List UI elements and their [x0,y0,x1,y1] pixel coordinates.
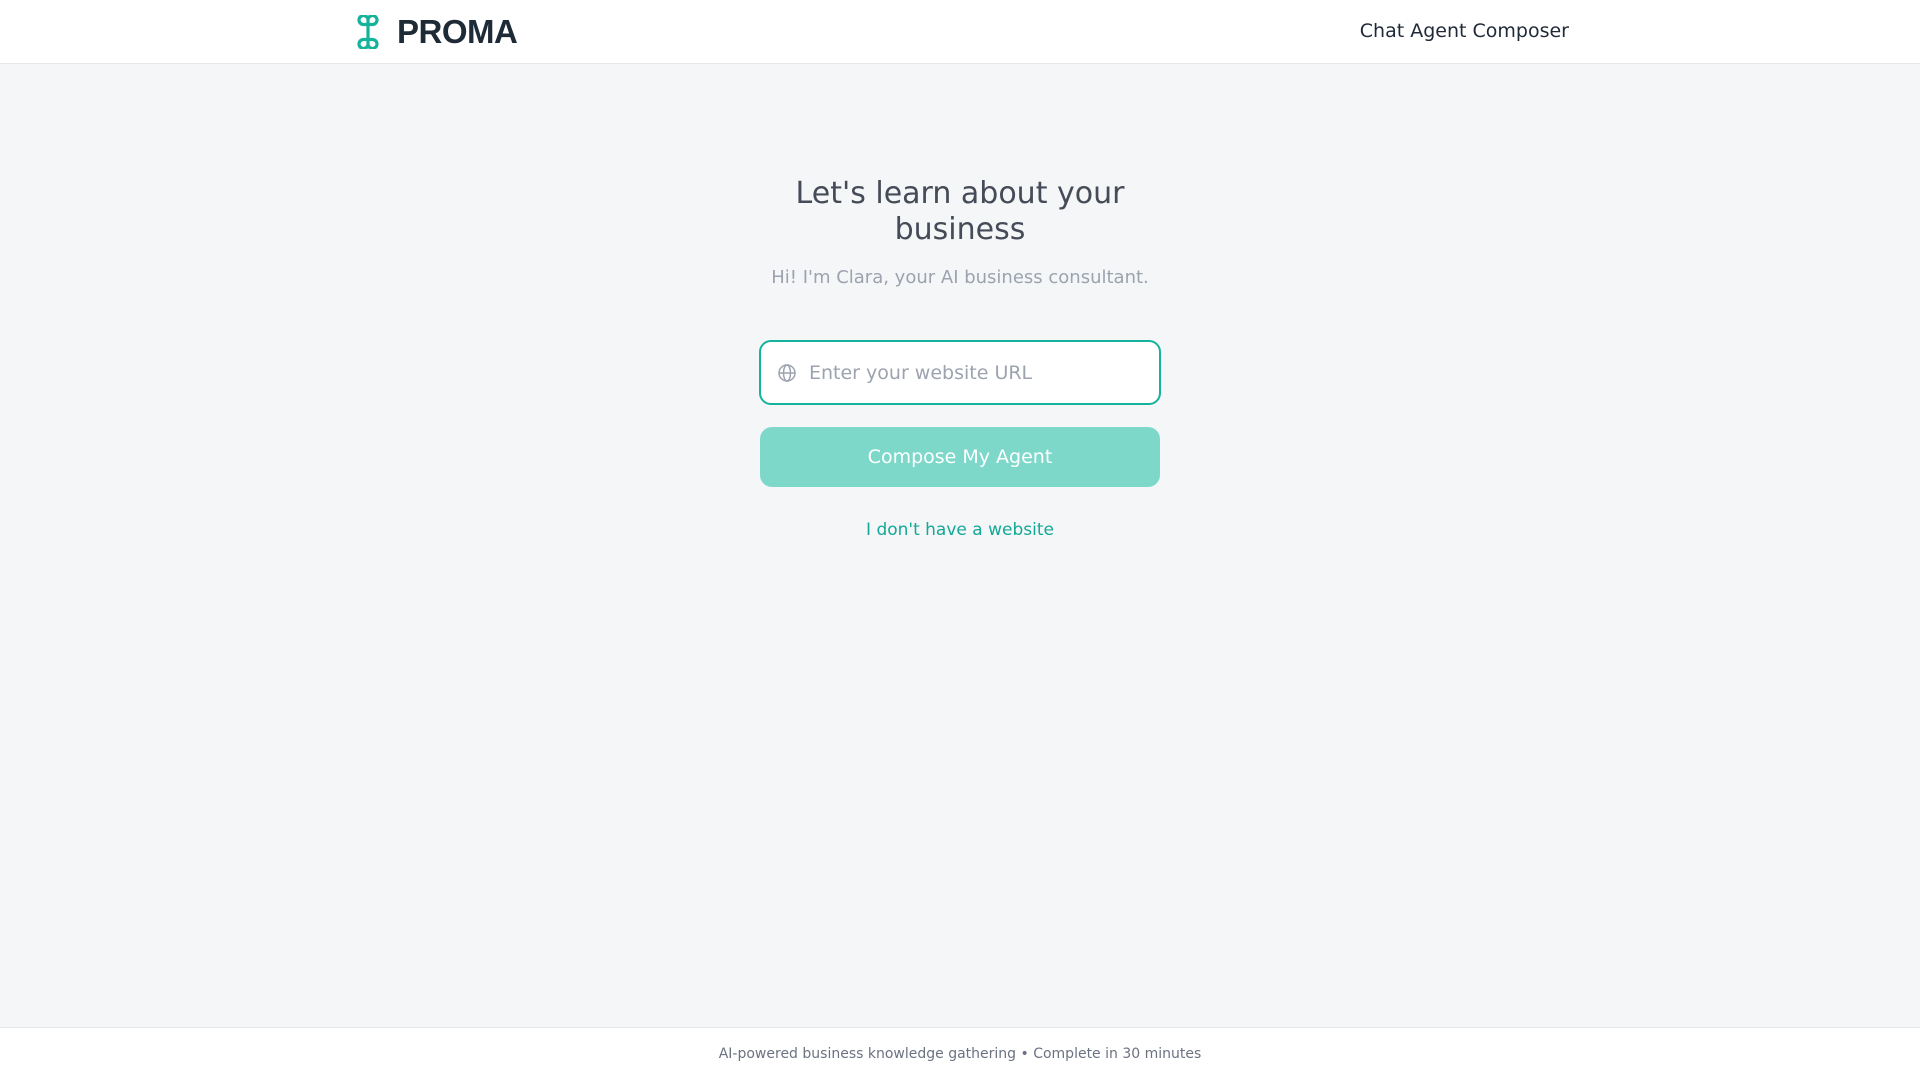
website-url-field[interactable] [759,340,1161,405]
app-title: Chat Agent Composer [1359,20,1569,42]
top-header: PROMA Chat Agent Composer [0,0,1920,64]
logo-wordmark: PROMA [397,13,518,50]
compose-agent-button[interactable]: Compose My Agent [760,427,1160,487]
no-website-link[interactable]: I don't have a website [760,520,1160,540]
proma-logo[interactable]: PROMA [351,13,518,50]
proma-logo-icon [357,15,379,49]
main-content: Let's learn about your business Hi! I'm … [0,64,1920,1027]
footer-text: AI-powered business knowledge gathering … [718,1046,1202,1062]
footer: AI-powered business knowledge gathering … [0,1027,1920,1080]
page-heading: Let's learn about your business [795,176,1125,247]
assistant-intro: Hi! I'm Clara, your AI business consulta… [771,267,1149,288]
website-url-input[interactable] [809,342,1149,403]
globe-icon [778,364,796,382]
